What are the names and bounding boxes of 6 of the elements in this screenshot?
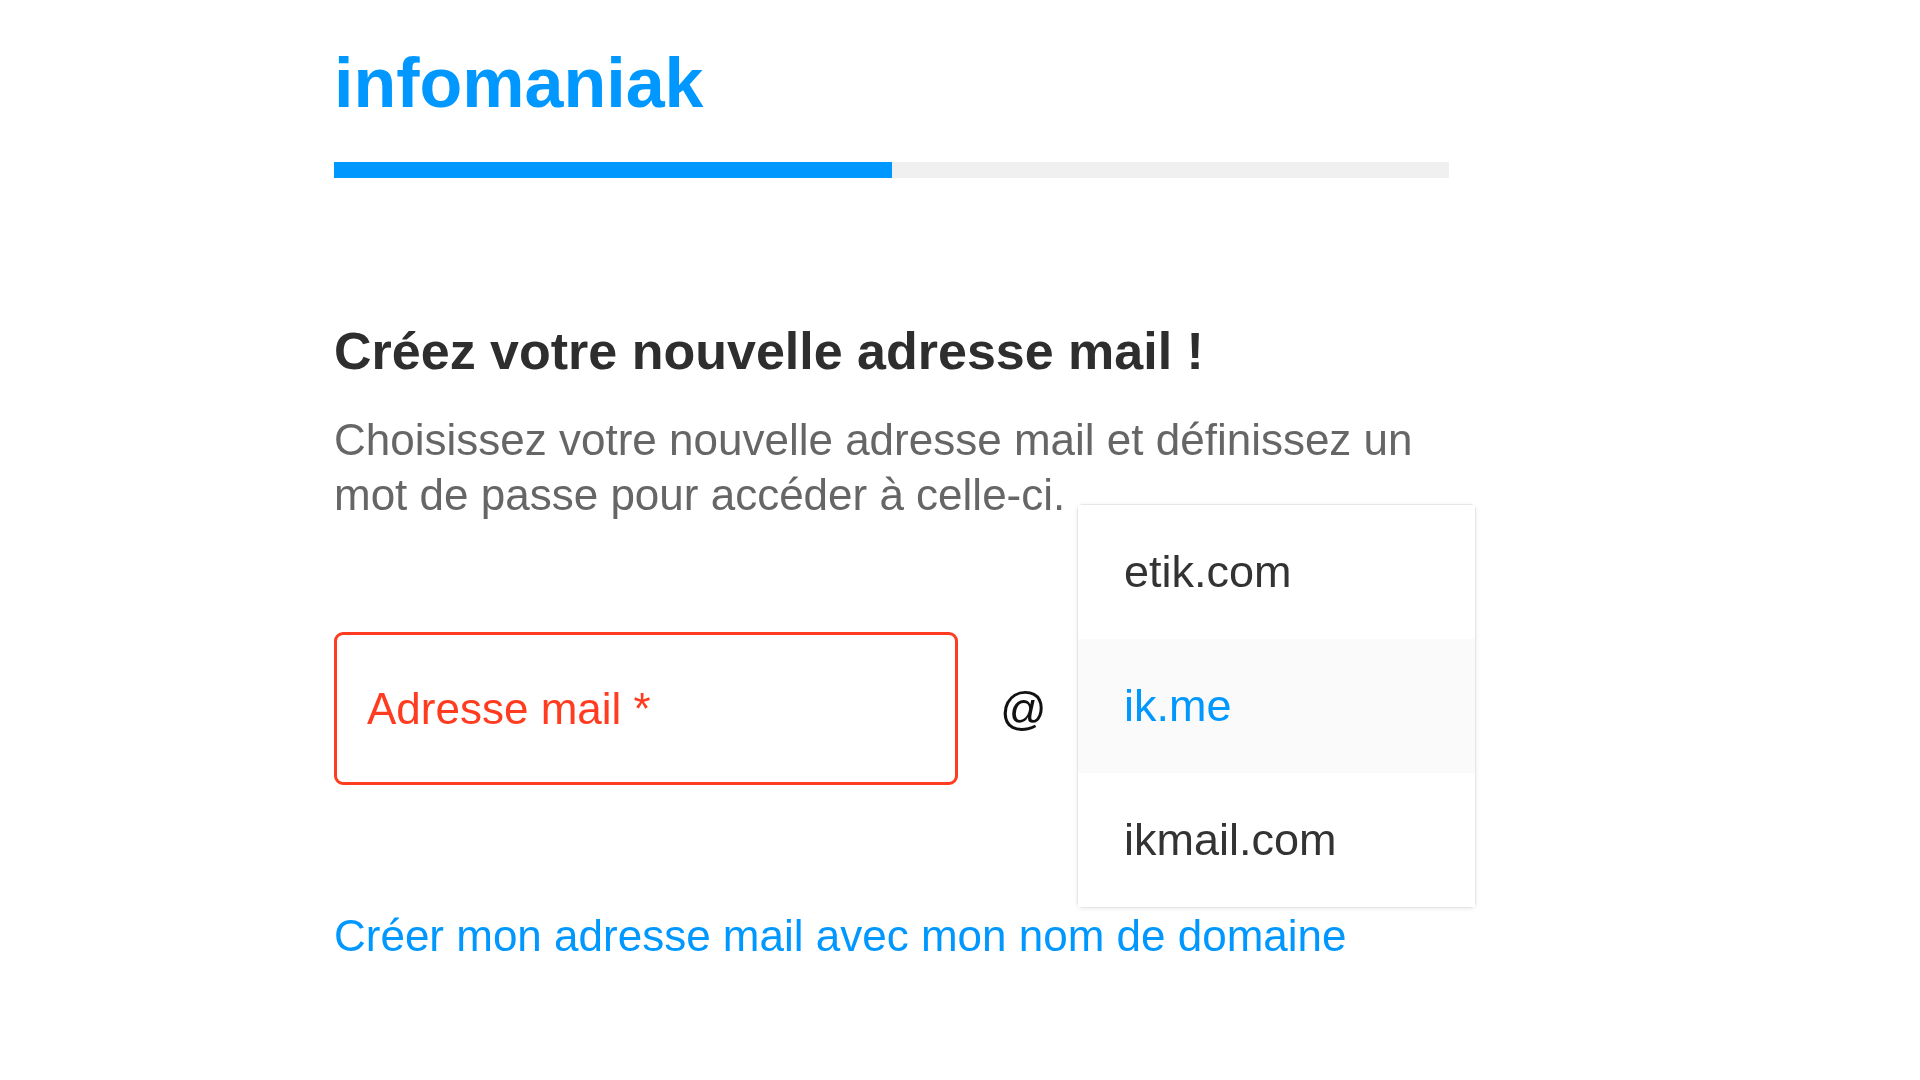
domain-option[interactable]: ikmail.com: [1078, 773, 1475, 908]
page-heading: Créez votre nouvelle adresse mail !: [334, 321, 1204, 382]
domain-option[interactable]: etik.com: [1078, 505, 1475, 640]
email-input-field[interactable]: Adresse mail *: [334, 632, 958, 786]
at-sign-label: @: [1000, 681, 1047, 736]
brand-logo: infomaniak: [334, 48, 704, 118]
